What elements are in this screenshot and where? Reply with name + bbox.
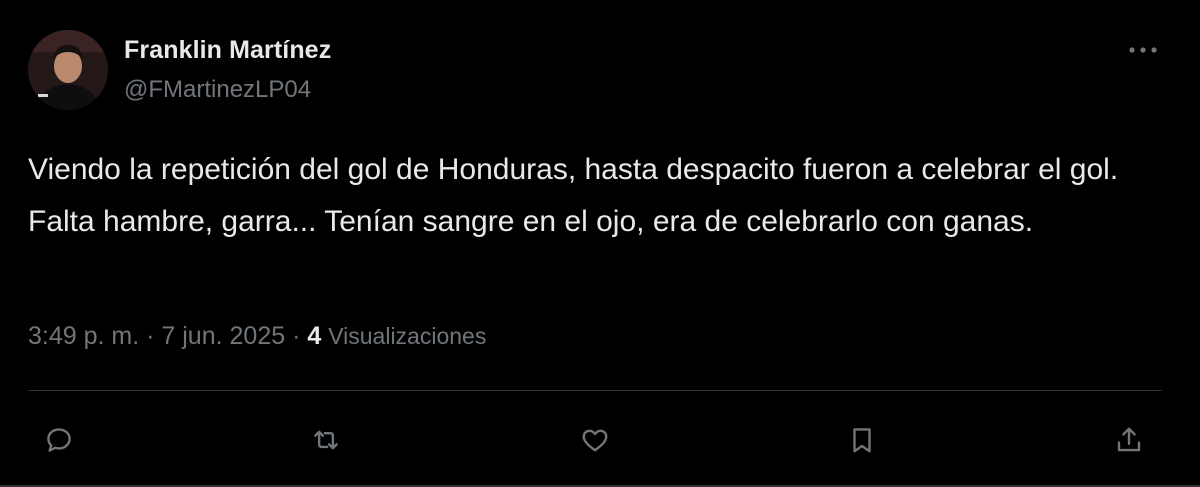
- reply-button[interactable]: [37, 418, 81, 462]
- views-count: 4: [307, 322, 322, 350]
- tweet-metadata: 3:49 p. m. · 7 jun. 2025 · 4 Visualizaci…: [28, 322, 486, 351]
- meta-separator: ·: [146, 322, 155, 350]
- tweet-time[interactable]: 3:49 p. m.: [28, 322, 139, 350]
- like-button[interactable]: [573, 418, 617, 462]
- user-handle[interactable]: @FMartinezLP04: [124, 76, 311, 104]
- repost-button[interactable]: [304, 418, 348, 462]
- meta-separator: ·: [292, 322, 301, 350]
- heart-icon: [582, 429, 608, 452]
- display-name[interactable]: Franklin Martínez: [124, 36, 331, 65]
- tweet-date[interactable]: 7 jun. 2025: [161, 322, 285, 350]
- tweet-text: Viendo la repetición del gol de Honduras…: [28, 153, 1119, 238]
- share-button[interactable]: [1107, 418, 1151, 462]
- action-bar: [0, 418, 1200, 462]
- repost-icon: [314, 430, 338, 450]
- avatar-photo: [28, 30, 108, 110]
- divider: [28, 390, 1162, 391]
- bookmark-icon: [853, 428, 871, 453]
- reply-icon: [47, 428, 71, 452]
- avatar[interactable]: [28, 30, 108, 110]
- share-icon: [1117, 427, 1141, 452]
- more-icon: [1129, 47, 1157, 53]
- views-label: Visualizaciones: [328, 323, 487, 349]
- tweet-card: Franklin Martínez @FMartinezLP04 Viendo …: [0, 0, 1200, 487]
- more-options-button[interactable]: [1126, 36, 1160, 64]
- bookmark-button[interactable]: [840, 418, 884, 462]
